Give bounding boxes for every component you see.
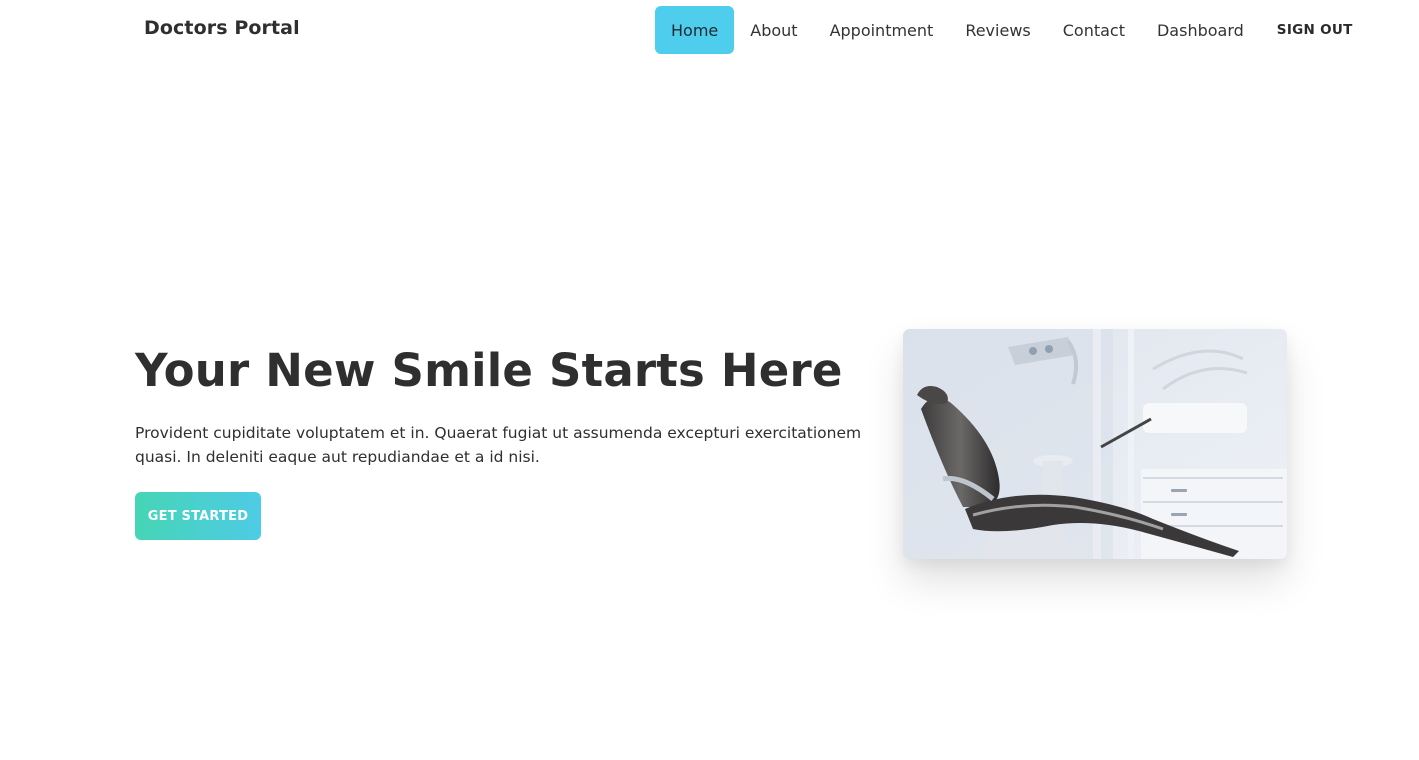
nav-item-about[interactable]: About	[734, 6, 813, 54]
hero-description: Provident cupiditate voluptatem et in. Q…	[135, 424, 862, 466]
nav-item-reviews[interactable]: Reviews	[949, 6, 1046, 54]
nav-item-home[interactable]: Home	[655, 6, 735, 54]
get-started-button[interactable]: GET STARTED	[135, 492, 261, 540]
main-nav: Home About Appointment Reviews Contact D…	[655, 6, 1353, 54]
hero-title: Your New Smile Starts Here	[135, 344, 843, 397]
sign-out-button[interactable]: SIGN OUT	[1260, 6, 1353, 54]
dental-chair-image	[903, 329, 1287, 559]
nav-item-dashboard[interactable]: Dashboard	[1141, 6, 1260, 54]
brand-logo[interactable]: Doctors Portal	[144, 17, 300, 39]
nav-item-contact[interactable]: Contact	[1047, 6, 1141, 54]
navbar: Doctors Portal Home About Appointment Re…	[0, 0, 1419, 60]
nav-item-appointment[interactable]: Appointment	[814, 6, 950, 54]
